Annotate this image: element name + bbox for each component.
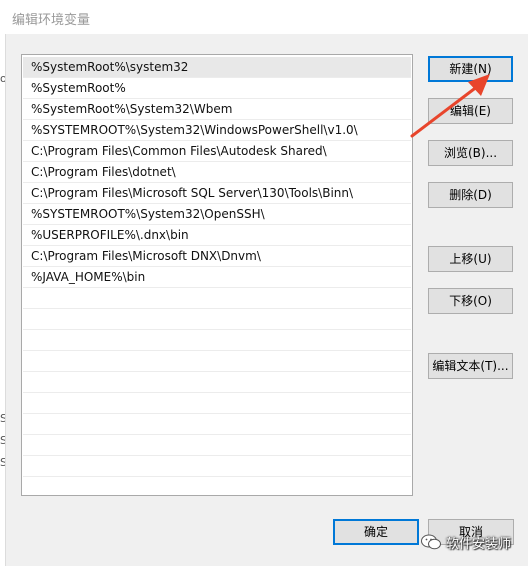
empty-list-row[interactable] [23,414,411,435]
browse-button[interactable]: 浏览(B)... [428,140,513,166]
list-item-text: %JAVA_HOME%\bin [31,270,146,284]
empty-list-row[interactable] [23,393,411,414]
background-window-edge: o S S S [0,34,6,566]
delete-button[interactable]: 删除(D) [428,182,513,208]
background-fragment: S [0,412,5,425]
background-fragment: S [0,434,5,447]
empty-list-row[interactable] [23,288,411,309]
watermark: 软件安装师 [420,530,511,554]
edit-text-button[interactable]: 编辑文本(T)... [428,353,513,379]
list-item-text: C:\Program Files\dotnet\ [31,165,176,179]
list-item-text: %USERPROFILE%\.dnx\bin [31,228,189,242]
list-item-text: C:\Program Files\Microsoft DNX\Dnvm\ [31,249,261,263]
list-item-text: %SystemRoot%\System32\Wbem [31,102,233,116]
empty-list-row[interactable] [23,435,411,456]
list-item[interactable]: %SystemRoot% [23,78,411,99]
list-item[interactable]: %SYSTEMROOT%\System32\OpenSSH\ [23,204,411,225]
edit-environment-variable-dialog: 编辑环境变量 o S S S %SystemRoot%\system32 %Sy… [0,0,528,566]
watermark-text: 软件安装师 [446,536,512,552]
edit-button[interactable]: 编辑(E) [428,98,513,124]
list-item-text: C:\Program Files\Common Files\Autodesk S… [31,144,327,158]
new-button[interactable]: 新建(N) [428,56,513,82]
empty-list-row[interactable] [23,372,411,393]
list-item[interactable]: %JAVA_HOME%\bin [23,267,411,288]
list-item-text: C:\Program Files\Microsoft SQL Server\13… [31,186,354,200]
ok-button[interactable]: 确定 [333,519,419,545]
list-item-text: %SystemRoot% [31,81,126,95]
list-item[interactable]: C:\Program Files\dotnet\ [23,162,411,183]
move-down-button[interactable]: 下移(O) [428,288,513,314]
wechat-icon [421,534,441,550]
move-up-button[interactable]: 上移(U) [428,246,513,272]
title-bar[interactable]: 编辑环境变量 [0,0,528,34]
path-list[interactable]: %SystemRoot%\system32 %SystemRoot% %Syst… [21,54,413,496]
background-fragment: S [0,456,5,469]
background-fragment: o [0,72,5,85]
dialog-title: 编辑环境变量 [12,13,91,28]
list-item[interactable]: %USERPROFILE%\.dnx\bin [23,225,411,246]
list-item[interactable]: C:\Program Files\Microsoft DNX\Dnvm\ [23,246,411,267]
empty-list-row[interactable] [23,309,411,330]
list-item[interactable]: C:\Program Files\Common Files\Autodesk S… [23,141,411,162]
list-item-text: %SYSTEMROOT%\System32\OpenSSH\ [31,207,265,221]
empty-list-row[interactable] [23,330,411,351]
empty-list-row[interactable] [23,351,411,372]
list-item[interactable]: C:\Program Files\Microsoft SQL Server\13… [23,183,411,204]
list-item[interactable]: %SystemRoot%\System32\Wbem [23,99,411,120]
list-item-text: %SystemRoot%\system32 [31,60,189,74]
empty-list-row[interactable] [23,456,411,477]
list-item[interactable]: %SystemRoot%\system32 [23,57,411,78]
list-item-text: %SYSTEMROOT%\System32\WindowsPowerShell\… [31,123,358,137]
list-item[interactable]: %SYSTEMROOT%\System32\WindowsPowerShell\… [23,120,411,141]
